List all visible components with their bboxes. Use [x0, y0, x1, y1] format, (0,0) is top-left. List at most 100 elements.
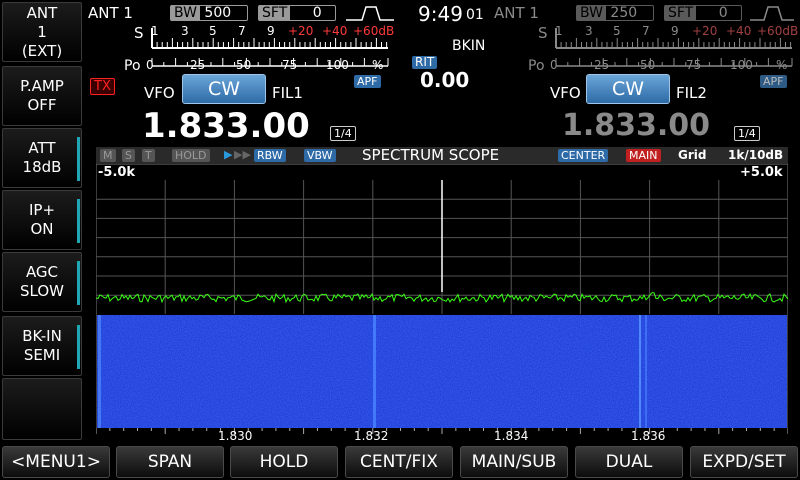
- dual-button[interactable]: DUAL: [575, 446, 683, 478]
- active-indicator: [77, 325, 80, 369]
- freq-label: 1.830: [218, 429, 253, 443]
- rit-value: 0.00: [420, 68, 470, 92]
- side-button-label: BK-IN: [22, 327, 62, 345]
- main-frequency[interactable]: 1.833.00: [142, 106, 310, 146]
- side-button-pamp[interactable]: P.AMP OFF: [2, 66, 82, 126]
- freq-label: 1.836: [631, 429, 666, 443]
- scope-left-edge: -5.0k: [98, 165, 136, 180]
- side-button-label: P.AMP: [20, 77, 64, 95]
- bw-value: 500: [204, 5, 232, 21]
- main-ant-label: ANT 1: [88, 4, 133, 22]
- po-tick: 50: [640, 58, 656, 72]
- span-label: 1k/10dB: [728, 148, 784, 162]
- po-tick: %: [372, 58, 384, 72]
- filter-shape-icon: [346, 6, 394, 21]
- s-tick: 5: [613, 24, 621, 38]
- scope-title: SPECTRUM SCOPE: [362, 146, 500, 164]
- sft-value: 0: [718, 5, 728, 21]
- s-tick-red: +40: [726, 24, 752, 38]
- s-tick: 9: [267, 24, 275, 38]
- bw-key: BW: [577, 5, 606, 21]
- expd-set-button[interactable]: EXPD/SET: [690, 446, 798, 478]
- play-arrow-icon: ▶▶: [234, 148, 251, 161]
- po-tick: 25: [594, 58, 610, 72]
- main-badge: MAIN: [626, 149, 661, 162]
- cent-fix-button[interactable]: CENT/FIX: [345, 446, 453, 478]
- s-tick: 1: [555, 24, 563, 38]
- side-button-value: SEMI: [23, 346, 61, 364]
- side-button-ipplus[interactable]: IP+ ON: [2, 190, 82, 250]
- clock-time: 9:49: [418, 2, 463, 26]
- s-tick-red: +40: [322, 24, 348, 38]
- main-sub-button[interactable]: MAIN/SUB: [460, 446, 568, 478]
- sub-vfo-label: VFO: [550, 84, 581, 102]
- play-arrow-icon: ▶: [224, 148, 233, 161]
- main-sft-box: SFT 0: [258, 5, 336, 21]
- bkin-label: BKIN: [452, 38, 486, 54]
- scope-hold-indicator: HOLD: [172, 149, 210, 162]
- grid-label: Grid: [678, 148, 707, 162]
- s-tick: 7: [642, 24, 650, 38]
- s-tick: 5: [209, 24, 217, 38]
- s-tick: 9: [671, 24, 679, 38]
- side-button-value: 18dB: [22, 158, 62, 176]
- side-button-value: 1: [37, 22, 47, 41]
- active-indicator: [77, 261, 80, 305]
- spectrum-scope[interactable]: [96, 164, 788, 444]
- sub-filter-label: FIL2: [676, 84, 707, 102]
- po-tick: 50: [236, 58, 252, 72]
- po-tick: 75: [686, 58, 702, 72]
- main-mode-button[interactable]: CW: [182, 74, 266, 104]
- po-tick: 0: [550, 58, 558, 72]
- s-meter-label: S: [134, 24, 144, 42]
- bw-value: 250: [610, 5, 638, 21]
- scope-t-indicator: T: [142, 149, 155, 162]
- sub-frequency[interactable]: 1.833.00: [562, 108, 710, 143]
- scope-header: M S T HOLD ▶ ▶▶ RBW VBW SPECTRUM SCOPE C…: [96, 147, 788, 164]
- sub-mode-button[interactable]: CW: [586, 74, 670, 104]
- hold-button[interactable]: HOLD: [230, 446, 338, 478]
- po-meter-label: Po: [124, 58, 141, 74]
- po-tick: 0: [146, 58, 154, 72]
- sub-ant-label: ANT 1: [494, 4, 539, 22]
- scope-m-indicator: M: [100, 149, 116, 162]
- side-button-label: ANT: [26, 3, 58, 22]
- vbw-badge: VBW: [304, 149, 336, 162]
- po-meter-label: Po: [528, 58, 545, 74]
- bw-key: BW: [171, 5, 200, 21]
- s-tick-red: +20: [288, 24, 314, 38]
- main-apf-badge: APF: [354, 75, 381, 88]
- active-indicator: [77, 137, 80, 181]
- main-bw-box: BW 500: [170, 5, 248, 21]
- scope-s-indicator: S: [122, 149, 135, 162]
- po-tick: 25: [190, 58, 206, 72]
- side-button-empty[interactable]: [2, 378, 82, 440]
- s-tick: 3: [585, 24, 593, 38]
- clock-seconds: 01: [466, 7, 484, 23]
- po-tick: 100: [730, 58, 753, 72]
- s-tick: 3: [181, 24, 189, 38]
- filter-shape-icon: [750, 6, 794, 21]
- sub-step-badge: 1/4: [734, 126, 760, 141]
- menu1-button[interactable]: <MENU1>: [2, 446, 110, 478]
- po-tick: 75: [282, 58, 298, 72]
- sub-apf-badge: APF: [760, 75, 787, 88]
- s-tick-red: +60dB: [353, 24, 395, 38]
- side-button-bkin[interactable]: BK-IN SEMI: [2, 316, 82, 376]
- scope-right-edge: +5.0k: [740, 165, 783, 180]
- main-vfo-label: VFO: [144, 84, 175, 102]
- main-step-badge: 1/4: [330, 126, 356, 141]
- side-button-agc[interactable]: AGC SLOW: [2, 252, 82, 312]
- side-button-att[interactable]: ATT 18dB: [2, 128, 82, 188]
- side-button-ant[interactable]: ANT 1 (EXT): [2, 2, 82, 62]
- side-button-value: OFF: [27, 96, 57, 114]
- freq-label: 1.832: [354, 429, 389, 443]
- side-button-label: ATT: [28, 139, 56, 157]
- po-tick: %: [776, 58, 788, 72]
- span-button[interactable]: SPAN: [116, 446, 224, 478]
- sft-key: SFT: [665, 5, 697, 21]
- rbw-badge: RBW: [254, 149, 286, 162]
- side-button-value: ON: [30, 220, 54, 238]
- sft-key: SFT: [259, 5, 291, 21]
- tx-indicator: TX: [90, 78, 115, 95]
